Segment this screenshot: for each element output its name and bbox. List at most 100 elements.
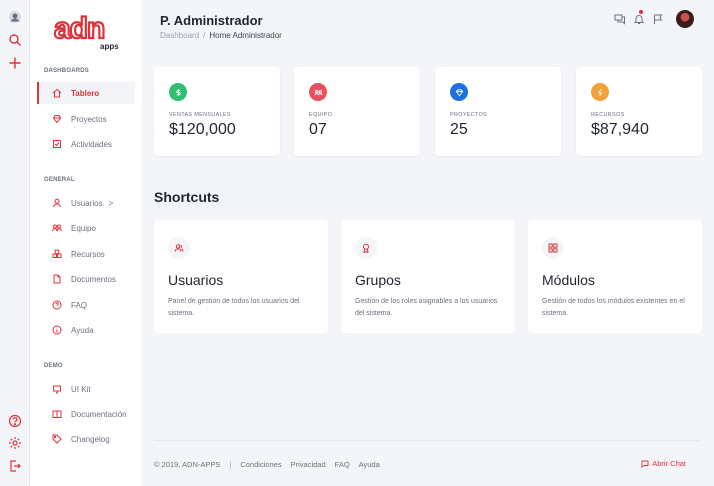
footer-divider [154,440,700,441]
chat-bubble-icon [641,460,649,468]
chevron-right-icon: > [108,198,114,208]
dollar-icon [169,83,187,101]
logout-icon[interactable] [8,459,22,473]
team-icon [51,222,63,234]
sidebar-item-label: Proyectos [71,114,107,124]
footer-link-privacidad[interactable]: Privacidad [291,460,326,469]
plus-icon[interactable] [8,56,22,70]
sidebar-item-label: Changelog [71,434,110,444]
flag-icon[interactable] [652,13,664,25]
user-icon [51,197,63,209]
breadcrumb-dashboard-link[interactable]: Dashboard [160,31,199,40]
icon-rail [0,0,30,486]
shortcut-description: Gestión de los roles asignables a los us… [355,298,498,317]
sidebar-item-label: Documentos [71,274,116,284]
sidebar-item-actividades[interactable]: Actividades [37,133,135,155]
shortcut-card-usuarios[interactable]: Usuarios Panel de gestión de todos los u… [154,220,328,333]
sidebar-item-label: Usuarios [71,198,103,208]
settings-icon[interactable] [8,436,22,450]
top-toolbar [607,10,694,28]
breadcrumb: Dashboard / Home Administrador [160,31,282,40]
sidebar-item-label: FAQ [71,300,88,310]
footer-copyright: © 2019, ADN-APPS [154,460,221,469]
sidebar-item-documentacion[interactable]: Documentación [37,403,135,425]
sidebar-item-label: UI Kit [71,384,91,394]
ui-kit-icon [51,383,63,395]
stat-value: 07 [309,121,327,138]
document-icon [51,273,63,285]
shortcut-title: Usuarios [168,272,224,288]
page-title: P. Administrador [160,13,263,28]
notification-dot [639,10,643,14]
sidebar-item-label: Documentación [71,409,127,419]
sidebar-item-proyectos[interactable]: Proyectos [37,108,135,130]
sidebar-item-documentos[interactable]: Documentos [37,268,135,290]
sidebar-item-label: Actividades [71,139,112,149]
book-icon [51,408,63,420]
sidebar-item-equipo[interactable]: Equipo [37,217,135,239]
boxes-icon [51,248,63,260]
sidebar-item-ui-kit[interactable]: UI Kit [37,378,135,400]
tag-icon [51,433,63,445]
svg-text:adn: adn [54,12,104,45]
open-chat-button[interactable]: Abrir Chat [641,459,686,468]
sidebar-item-label: Recursos [71,249,105,259]
footer-link-condiciones[interactable]: Condiciones [240,460,281,469]
users-icon [168,237,190,259]
footer-link-ayuda[interactable]: Ayuda [359,460,380,469]
sidebar-item-label: Tablero [71,88,100,98]
stat-card-proyectos[interactable]: PROYECTOS 25 [435,67,561,156]
sidebar-item-label: Ayuda [71,325,94,335]
diamond-icon [51,113,63,125]
checklist-icon [51,138,63,150]
stat-card-ventas[interactable]: VENTAS MENSUALES $120,000 [154,67,280,156]
team-icon [309,83,327,101]
section-title-dashboards: DASHBOARDS [44,68,90,74]
shortcut-title: Módulos [542,272,595,288]
shortcut-description: Panel de gestión de todos los usuarios d… [168,298,300,317]
stat-label: PROYECTOS [450,112,488,118]
svg-text:apps: apps [100,42,119,51]
sidebar-item-usuarios[interactable]: Usuarios > [37,192,135,214]
sidebar-item-faq[interactable]: FAQ [37,294,135,316]
help-icon[interactable] [8,414,22,428]
stat-card-recursos[interactable]: RECURSOS $87,940 [576,67,702,156]
breadcrumb-current: Home Administrador [209,31,282,40]
chat-icon[interactable] [614,13,626,25]
user-avatar[interactable] [676,10,694,28]
stat-value: $87,940 [591,121,649,138]
search-icon[interactable] [8,33,22,47]
brand-logo[interactable]: adn apps [52,10,132,52]
shortcut-card-grupos[interactable]: Grupos Gestión de los roles asignables a… [341,220,515,333]
sidebar-item-tablero[interactable]: Tablero [37,82,135,104]
footer: © 2019, ADN-APPS | Condiciones Privacida… [154,460,389,469]
shortcuts-heading: Shortcuts [154,189,220,205]
sidebar: adn apps DASHBOARDS Tablero Proyectos Ac… [30,0,143,486]
bell-icon[interactable] [633,10,645,25]
open-chat-label: Abrir Chat [652,459,686,468]
stat-value: 25 [450,121,468,138]
shortcut-card-modulos[interactable]: Módulos Gestión de todos los módulos exi… [528,220,702,333]
breadcrumb-separator: / [203,31,206,40]
stat-label: RECURSOS [591,112,625,118]
shortcut-title: Grupos [355,272,401,288]
sidebar-item-label: Equipo [71,223,96,233]
stat-label: EQUIPO [309,112,333,118]
question-icon [51,299,63,311]
stat-card-equipo[interactable]: EQUIPO 07 [294,67,420,156]
diamond-icon [450,83,468,101]
section-title-demo: DEMO [44,363,63,369]
shortcut-description: Gestión de todos los módulos existentes … [542,298,685,317]
footer-separator: | [229,460,232,469]
stat-value: $120,000 [169,121,236,138]
sidebar-item-ayuda[interactable]: Ayuda [37,319,135,341]
section-title-general: GENERAL [44,177,75,183]
sidebar-item-recursos[interactable]: Recursos [37,243,135,265]
sidebar-item-changelog[interactable]: Changelog [37,428,135,450]
footer-link-faq[interactable]: FAQ [335,460,350,469]
avatar-icon[interactable] [8,10,22,24]
lightning-icon [591,83,609,101]
stat-label: VENTAS MENSUALES [169,112,231,118]
grid-icon [542,237,564,259]
home-icon [51,87,63,99]
